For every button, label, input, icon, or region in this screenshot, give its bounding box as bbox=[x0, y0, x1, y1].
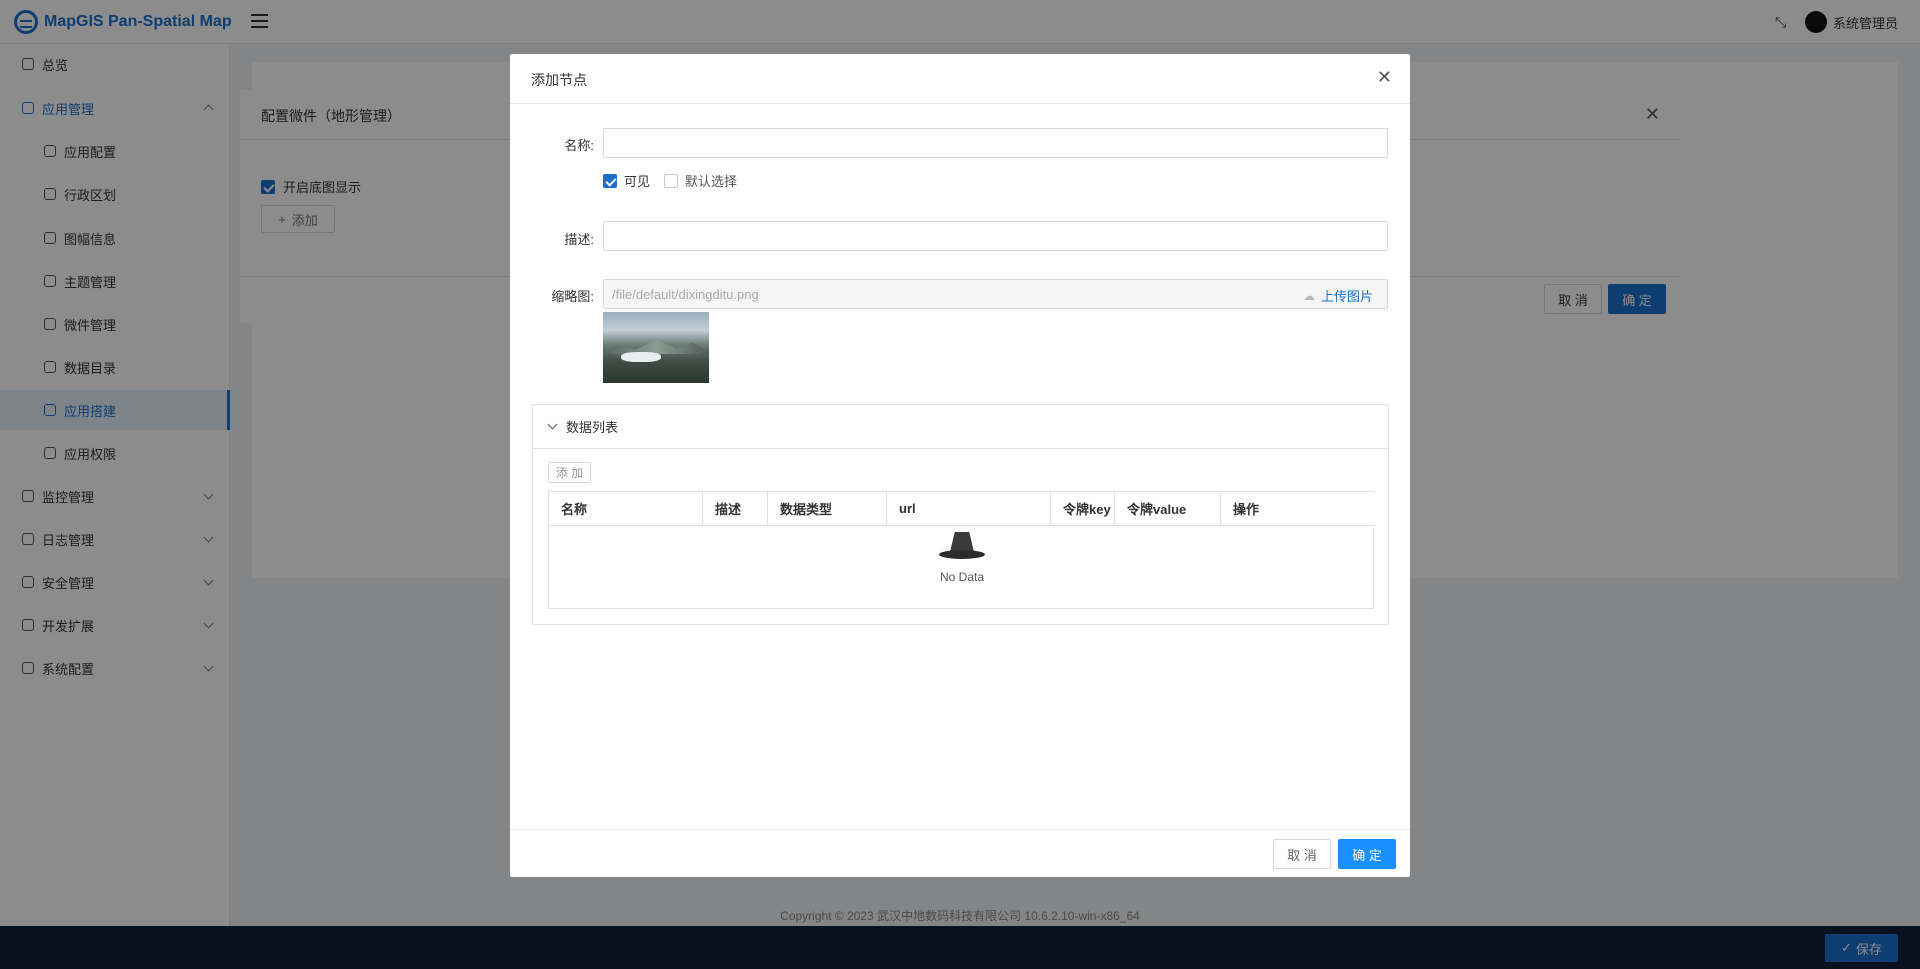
empty-hat-icon bbox=[939, 532, 985, 562]
column-header[interactable]: 操作 bbox=[1221, 492, 1375, 526]
default-select-label: 默认选择 bbox=[685, 174, 738, 189]
visible-label: 可见 bbox=[624, 174, 651, 189]
add-node-modal: 添加节点 ✕ 名称: 可见 默认选择 描述: 缩略图: /file/defaul… bbox=[510, 54, 1410, 877]
modal-title: 添加节点 bbox=[531, 72, 587, 88]
name-label: 名称: bbox=[564, 138, 594, 153]
data-list-panel: 数据列表 添 加 名称 描述 数据类型 url 令牌key 令牌value 操作… bbox=[532, 404, 1389, 625]
upload-label: 上传图片 bbox=[1320, 289, 1373, 304]
upload-image-button[interactable]: ☁ 上传图片 bbox=[1303, 286, 1373, 305]
modal-ok-button[interactable]: 确 定 bbox=[1338, 839, 1396, 869]
empty-state: No Data bbox=[549, 532, 1375, 584]
desc-input[interactable] bbox=[603, 221, 1388, 251]
section-title: 数据列表 bbox=[566, 420, 619, 435]
default-select-checkbox[interactable]: 默认选择 bbox=[664, 171, 737, 190]
modal-cancel-button[interactable]: 取 消 bbox=[1273, 839, 1331, 869]
column-header[interactable]: 名称 bbox=[549, 492, 703, 526]
modal-footer: 取 消 确 定 bbox=[510, 829, 1410, 877]
modal-header: 添加节点 ✕ bbox=[510, 54, 1410, 104]
thumbnail-image bbox=[603, 312, 709, 383]
column-header[interactable]: url bbox=[887, 492, 1051, 526]
thumbnail-label: 缩略图: bbox=[551, 289, 594, 304]
column-header[interactable]: 数据类型 bbox=[768, 492, 887, 526]
visible-checkbox[interactable]: 可见 bbox=[603, 171, 650, 190]
data-table: 名称 描述 数据类型 url 令牌key 令牌value 操作 No Data bbox=[548, 491, 1375, 609]
desc-label: 描述: bbox=[564, 232, 594, 247]
column-header[interactable]: 令牌key bbox=[1051, 492, 1115, 526]
column-header[interactable]: 描述 bbox=[703, 492, 768, 526]
empty-text: No Data bbox=[939, 570, 985, 584]
chevron-down-icon bbox=[547, 419, 558, 430]
name-input[interactable] bbox=[603, 128, 1388, 158]
data-list-header[interactable]: 数据列表 bbox=[533, 405, 1388, 449]
column-header[interactable]: 令牌value bbox=[1115, 492, 1221, 526]
checkbox-icon bbox=[664, 173, 678, 188]
cloud-upload-icon: ☁ bbox=[1302, 288, 1315, 303]
checkbox-icon bbox=[603, 173, 617, 188]
thumbnail-path: /file/default/dixingditu.png bbox=[612, 286, 759, 302]
table-add-button[interactable]: 添 加 bbox=[548, 462, 591, 483]
close-icon[interactable]: ✕ bbox=[1377, 67, 1392, 88]
thumbnail-input: /file/default/dixingditu.png ☁ 上传图片 bbox=[603, 279, 1388, 309]
